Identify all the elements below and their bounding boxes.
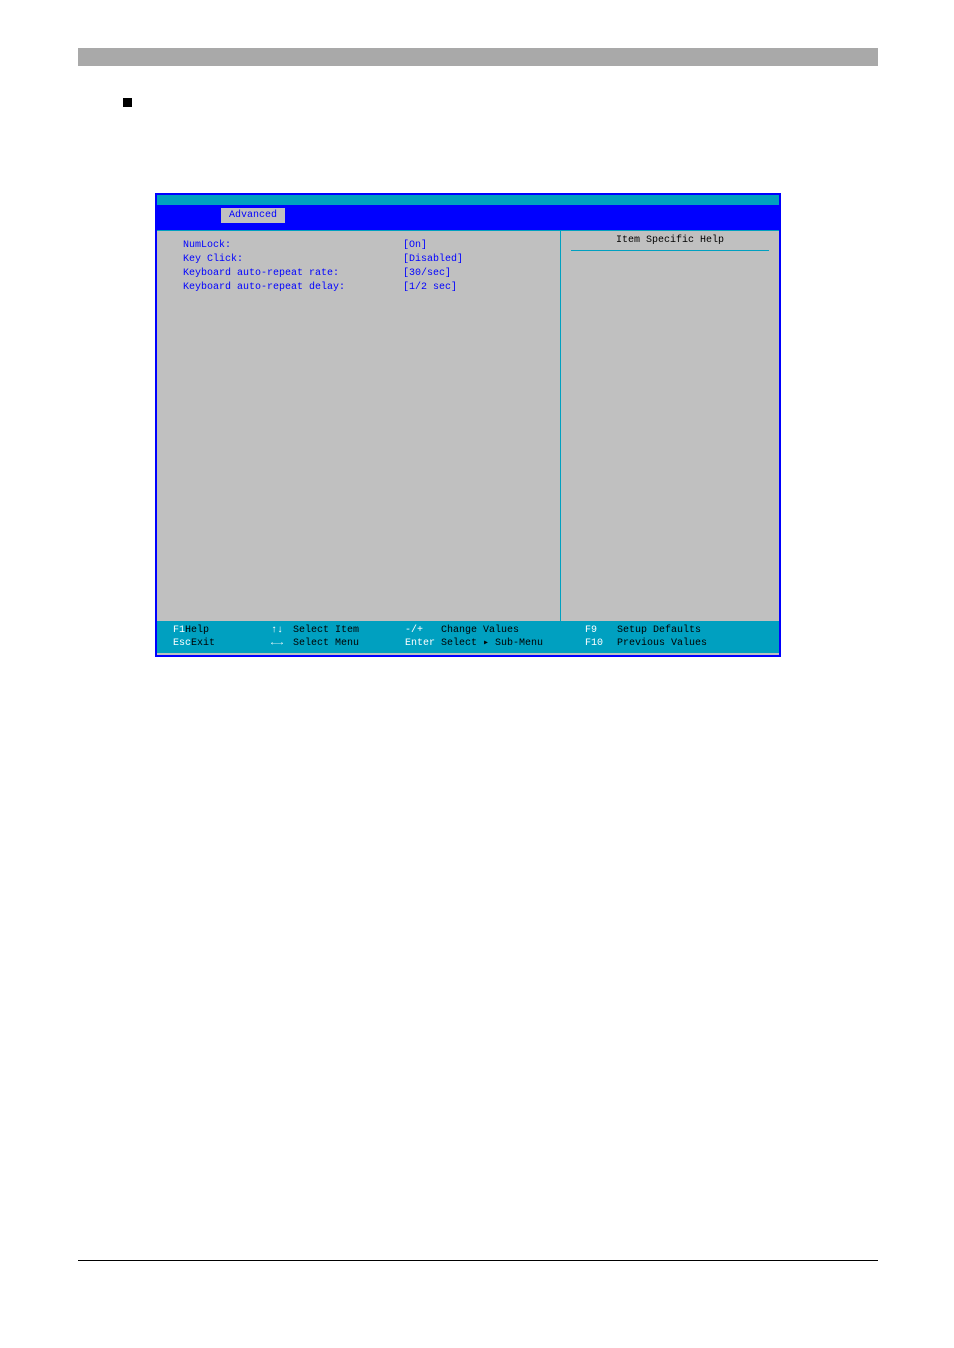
setting-value[interactable]: [30/sec] xyxy=(403,267,523,281)
setting-value[interactable]: [Disabled] xyxy=(403,253,523,267)
bios-help-panel: Item Specific Help xyxy=(561,231,779,621)
bios-settings-panel: NumLock: [On] Key Click: [Disabled] Keyb… xyxy=(157,231,561,621)
footer-key-updown-icon: ↑↓ xyxy=(271,624,293,637)
bios-menu-bar[interactable]: Advanced xyxy=(157,205,779,225)
setting-value[interactable]: [On] xyxy=(403,239,523,253)
footer-label-setup-defaults: Setup Defaults xyxy=(617,624,701,637)
setting-label: Keyboard auto-repeat rate: xyxy=(183,267,403,281)
footer-label-change-values: Change Values xyxy=(441,624,519,637)
bios-body: NumLock: [On] Key Click: [Disabled] Keyb… xyxy=(157,231,779,621)
footer-label-previous-values: Previous Values xyxy=(617,637,707,650)
bios-setup-window: Advanced NumLock: [On] Key Click: [Disab… xyxy=(155,193,781,657)
footer-key-f9: F9 xyxy=(585,624,617,637)
bios-top-border xyxy=(157,195,779,205)
bios-footer: F1 Help ↑↓ Select Item -/+ Change Values… xyxy=(157,621,779,653)
menu-tab-advanced[interactable]: Advanced xyxy=(221,208,285,223)
footer-key-f1: F1 xyxy=(173,624,185,637)
setting-label: Key Click: xyxy=(183,253,403,267)
footer-key-esc: Esc xyxy=(173,637,191,650)
footer-key-f10: F10 xyxy=(585,637,617,650)
section-bullet-icon xyxy=(123,98,132,107)
header-gray-bar xyxy=(78,48,878,66)
footer-label-select-item: Select Item xyxy=(293,624,365,637)
help-panel-title: Item Specific Help xyxy=(571,235,769,251)
footer-label-exit: Exit xyxy=(191,637,263,650)
page-footer-rule xyxy=(78,1260,878,1261)
footer-key-leftright-icon: ←→ xyxy=(271,637,293,650)
setting-label: Keyboard auto-repeat delay: xyxy=(183,281,403,295)
footer-label-select-menu: Select Menu xyxy=(293,637,365,650)
footer-key-enter: Enter xyxy=(405,637,441,650)
setting-row[interactable]: Keyboard auto-repeat rate: [30/sec] xyxy=(183,267,546,281)
setting-value[interactable]: [1/2 sec] xyxy=(403,281,523,295)
footer-label-select-submenu: Select ▸ Sub-Menu xyxy=(441,637,543,650)
setting-label: NumLock: xyxy=(183,239,403,253)
setting-row[interactable]: Keyboard auto-repeat delay: [1/2 sec] xyxy=(183,281,546,295)
setting-row[interactable]: NumLock: [On] xyxy=(183,239,546,253)
setting-row[interactable]: Key Click: [Disabled] xyxy=(183,253,546,267)
footer-label-help: Help xyxy=(185,624,257,637)
footer-key-minusplus: -/+ xyxy=(405,624,441,637)
